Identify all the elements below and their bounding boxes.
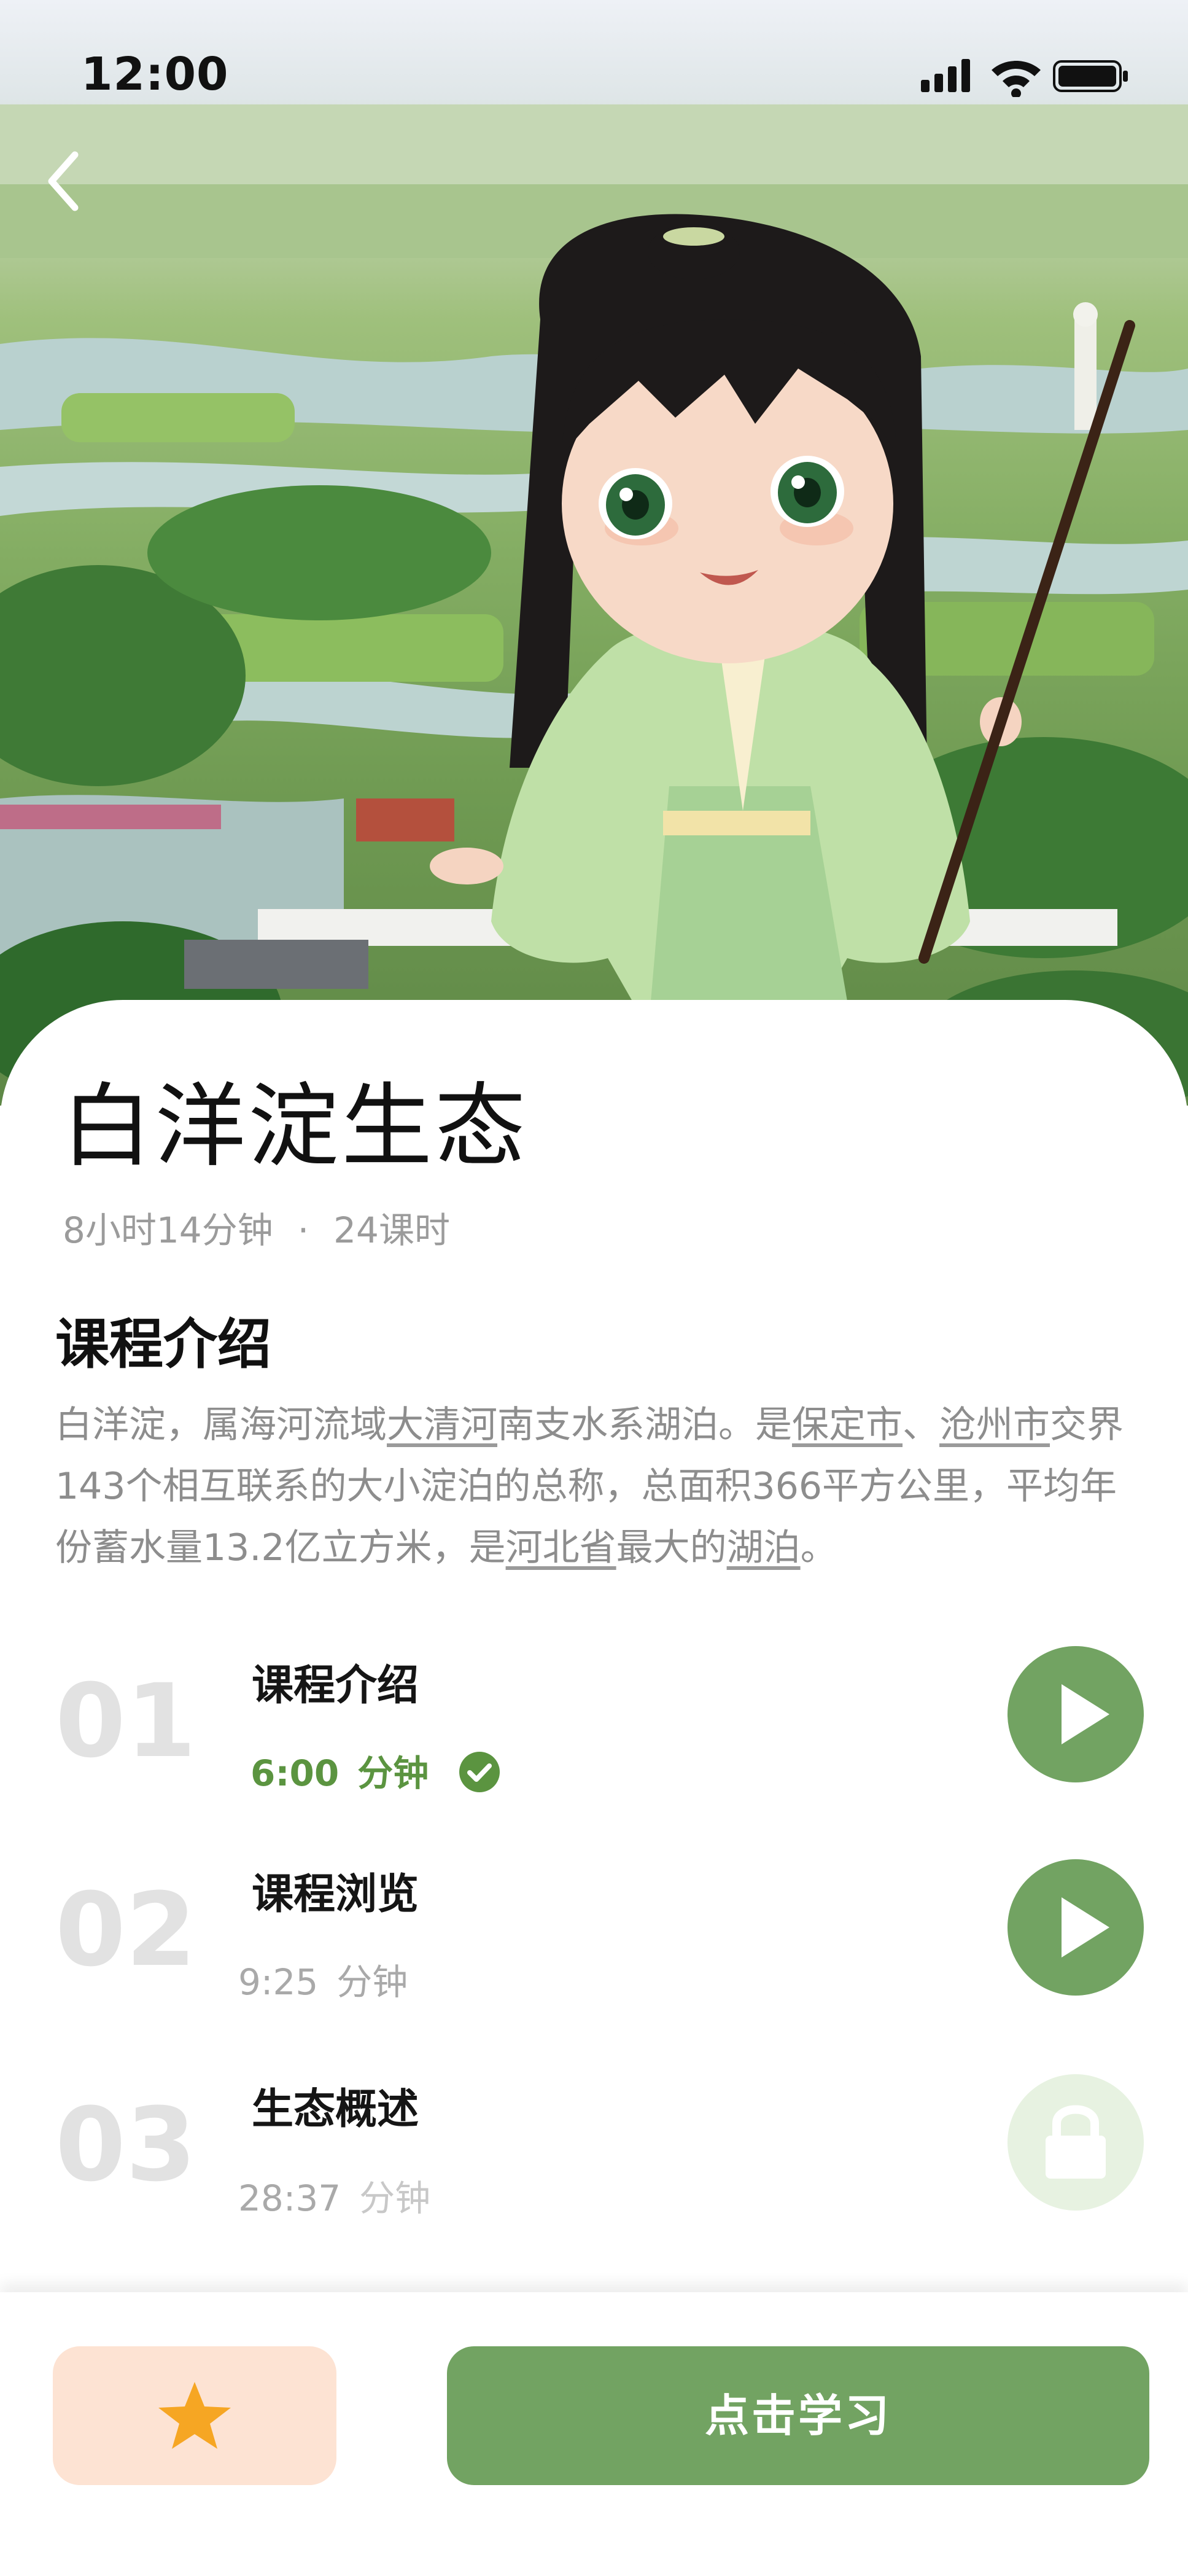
lesson-title: 生态概述 [252,2085,419,2134]
intro-link[interactable]: 沧州市 [939,1403,1050,1446]
play-icon [1062,1684,1109,1744]
intro-text: 最大的 [616,1526,727,1569]
intro-link[interactable]: 大清河 [387,1403,497,1446]
wetland-landscape-image [0,104,1188,1106]
lesson-time: 9:25 [238,1961,319,2003]
lesson-locked-button[interactable] [1007,2074,1144,2211]
chevron-left-icon [48,151,79,211]
lesson-time: 6:00 [250,1752,340,1794]
lesson-time-unit: 分钟 [357,1752,429,1794]
lesson-duration: 9:25 分钟 [238,1953,408,2005]
lesson-duration: 28:37 分钟 [238,2169,430,2221]
course-duration: 8小时14分钟 [63,1209,273,1251]
lesson-play-button[interactable] [1007,1859,1144,1996]
lock-icon [1046,2105,1106,2179]
intro-link[interactable]: 河北省 [506,1526,616,1569]
intro-link[interactable]: 湖泊 [727,1526,801,1569]
battery-icon [1053,60,1128,92]
course-lesson-count: 24课时 [333,1209,450,1251]
lesson-time-unit: 分钟 [336,1961,408,2003]
intro-text: 。 [800,1526,837,1569]
intro-link[interactable]: 保定市 [792,1403,903,1446]
lesson-number: 02 [55,1871,196,1989]
course-title: 白洋淀生态 [61,1074,528,1179]
lesson-title: 课程介绍 [252,1661,419,1710]
star-icon [158,2382,231,2449]
course-meta: 8小时14分钟 · 24课时 [63,1201,450,1253]
lesson-time-unit: 分钟 [359,2177,431,2219]
lesson-time: 28:37 [238,2177,341,2219]
favorite-button[interactable] [53,2346,336,2485]
check-circle-icon [459,1751,500,1792]
lesson-row-03[interactable]: 03 生态概述 28:37 分钟 [0,2064,1188,2248]
status-icons [921,54,1130,100]
wifi-icon [992,61,1041,98]
lesson-play-button[interactable] [1007,1646,1144,1782]
lesson-row-02[interactable]: 02 课程浏览 9:25 分钟 [0,1849,1188,2033]
intro-text: 白洋淀，属海河流域 [55,1403,387,1446]
lesson-number: 01 [55,1662,196,1780]
play-icon [1062,1897,1109,1957]
intro-heading: 课程介绍 [55,1313,272,1376]
intro-text: 、 [903,1403,939,1446]
signal-icon [921,59,970,92]
meta-separator: · [297,1209,309,1251]
intro-text: 南支水系湖泊。是 [497,1403,792,1446]
status-time: 12:00 [81,48,229,101]
lesson-duration: 6:00 分钟 [250,1744,501,1796]
lesson-number: 03 [55,2086,196,2204]
hero-banner: 12:00 [0,0,1188,1106]
back-button[interactable] [37,141,92,221]
start-study-button[interactable]: 点击学习 [447,2346,1149,2485]
lesson-row-01[interactable]: 01 课程介绍 6:00 分钟 [0,1634,1188,1818]
lesson-title: 课程浏览 [252,1870,419,1919]
intro-description: 白洋淀，属海河流域大清河南支水系湖泊。是保定市、沧州市交界143个相互联系的大小… [55,1394,1136,1579]
